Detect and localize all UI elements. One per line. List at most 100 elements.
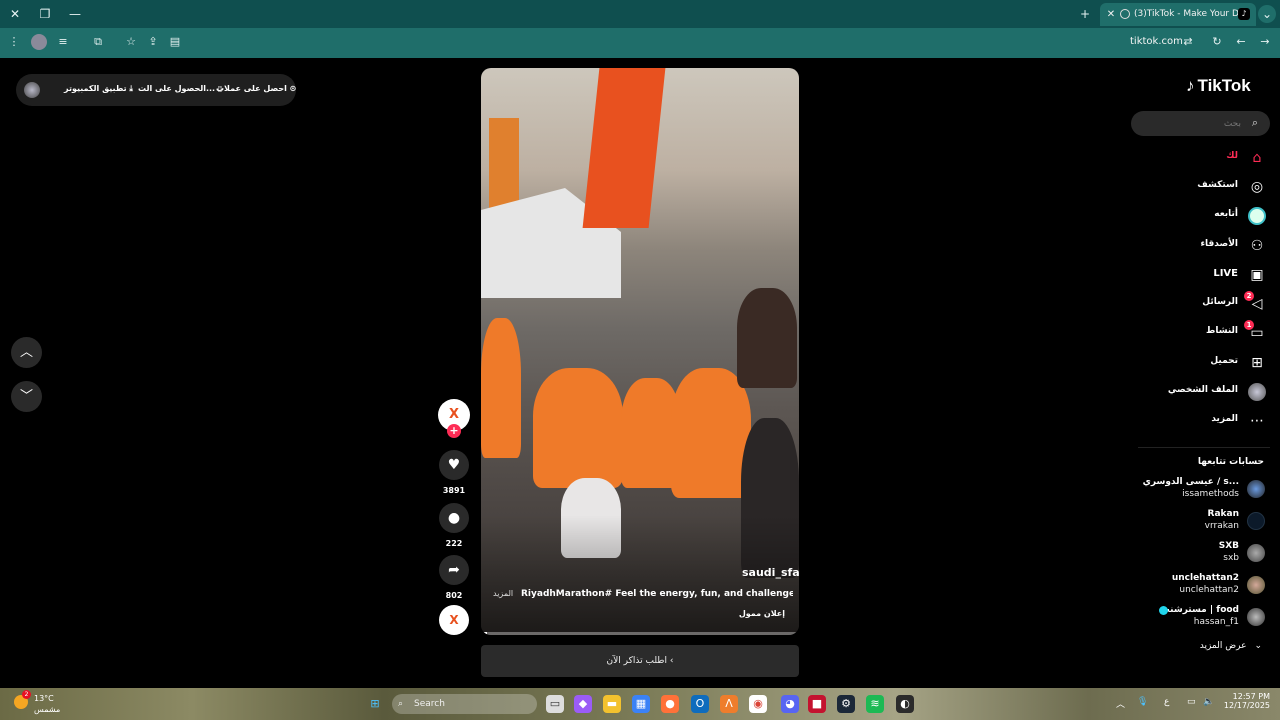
tab-close-icon[interactable]: ✕ — [1104, 3, 1118, 26]
like-action[interactable]: ♥ 3891 — [439, 450, 469, 495]
network-icon[interactable]: ▭ — [1187, 697, 1196, 707]
discord-icon[interactable]: ◕ — [781, 695, 799, 713]
video-player[interactable]: saudi_sfa المزيد RiyadhMarathon# Feel th… — [481, 68, 799, 635]
comment-action[interactable]: ● 222 — [439, 503, 469, 548]
nav-item-friends[interactable]: الأصدقاء ⚇ — [1116, 235, 1266, 257]
followed-account[interactable]: مسترشنب | food hassan_f1 — [1115, 605, 1265, 631]
nav-item-more[interactable]: المزيد ⋯ — [1116, 410, 1266, 432]
chrome-icon[interactable]: ◉ — [749, 695, 767, 713]
clock-date: 12/17/2025 — [1223, 701, 1270, 710]
comment-icon[interactable]: ● — [439, 503, 469, 533]
nav-item-messages[interactable]: الرسائل ◁ 2 — [1116, 291, 1266, 315]
browser-tab-tiktok[interactable]: ✕ (3)TikTok - Make Your Day ♪ — [1100, 3, 1256, 26]
outlook-icon[interactable]: O — [691, 695, 709, 713]
volume-icon[interactable]: 🔈 — [1203, 697, 1214, 707]
heart-icon[interactable]: ♥ — [439, 450, 469, 480]
chevron-left-icon: ‹ — [669, 656, 674, 666]
bookmark-star-icon[interactable]: ☆ — [123, 34, 139, 50]
followed-account[interactable]: SXB sxb — [1115, 541, 1265, 567]
browser-menu-icon[interactable]: ⋮ — [6, 34, 22, 50]
extensions-icon[interactable]: ⧉ — [90, 34, 106, 50]
search-box[interactable]: ⌕ — [1131, 111, 1270, 136]
spotify-icon[interactable]: ≋ — [866, 695, 884, 713]
media-controls-icon[interactable]: ≡ — [55, 34, 71, 50]
new-tab-button[interactable]: + — [1076, 5, 1094, 23]
nav-label: المزيد — [1211, 414, 1238, 424]
video-runner-decoration — [671, 368, 751, 498]
nav-item-upload[interactable]: تحميل ⊞ — [1116, 352, 1266, 374]
app-red-icon[interactable]: ■ — [808, 695, 826, 713]
weather-temp: 13°C — [34, 694, 54, 703]
forward-icon[interactable]: → — [1257, 34, 1273, 50]
followed-account[interactable]: unclehattan2 unclehattan2 — [1115, 573, 1265, 599]
followed-account[interactable]: عيسى الدوسري / s... issamethods — [1115, 477, 1265, 503]
earn-coins-link[interactable]: احصل على عملات ⊙ — [216, 84, 296, 93]
account-avatar — [1247, 544, 1265, 562]
desktop-app-link[interactable]: تطبيق الكمبيوتر ⤓ — [64, 84, 133, 94]
previous-video-button[interactable]: ︿ — [11, 337, 42, 368]
share-arrow-icon[interactable]: ➦ — [439, 555, 469, 585]
share-action[interactable]: ➦ 802 — [439, 555, 469, 600]
account-name: عيسى الدوسري / s... — [1142, 477, 1239, 487]
nav-item-for-you[interactable]: لك ⌂ — [1116, 147, 1266, 169]
nav-label: استكشف — [1197, 180, 1238, 190]
language-indicator[interactable]: ع — [1164, 697, 1169, 707]
account-name: مسترشنب | food — [1160, 605, 1239, 615]
search-icon[interactable]: ⌕ — [1248, 116, 1262, 130]
tray-overflow-icon[interactable]: ︿ — [1116, 697, 1125, 710]
nav-item-live[interactable]: LIVE ▣ — [1116, 264, 1266, 286]
video-username[interactable]: saudi_sfa — [742, 566, 799, 579]
app-icon[interactable]: Λ — [720, 695, 738, 713]
site-settings-icon[interactable]: ⇄ — [1180, 34, 1196, 50]
file-explorer-icon[interactable]: ▬ — [603, 695, 621, 713]
windows-start-icon[interactable]: ⊞ — [366, 695, 384, 713]
chevron-down-icon: ⌄ — [1254, 641, 1262, 651]
app-dark-icon[interactable]: ◐ — [896, 695, 914, 713]
copilot-icon[interactable]: ◆ — [574, 695, 592, 713]
taskbar-search[interactable]: ⌕ Search — [392, 694, 537, 714]
video-flag-decoration — [582, 68, 666, 228]
restore-window-button[interactable]: ❐ — [36, 5, 54, 23]
next-video-button[interactable]: ﹀ — [11, 381, 42, 412]
firefox-icon[interactable]: ● — [661, 695, 679, 713]
account-avatar — [1247, 512, 1265, 530]
compass-icon: ◎ — [1250, 179, 1264, 195]
video-runner-decoration — [737, 288, 797, 388]
microphone-icon[interactable]: 🎙 — [1137, 697, 1148, 707]
reload-icon[interactable]: ↻ — [1209, 34, 1225, 50]
followed-account[interactable]: Rakan vrrakan — [1115, 509, 1265, 535]
store-icon[interactable]: ▦ — [632, 695, 650, 713]
nav-item-profile[interactable]: الملف الشخصي — [1116, 381, 1266, 403]
nav-item-explore[interactable]: استكشف ◎ — [1116, 176, 1266, 198]
user-avatar[interactable] — [24, 82, 40, 98]
minimize-window-button[interactable]: — — [66, 5, 84, 23]
profile-avatar-icon[interactable] — [31, 34, 47, 50]
nav-item-activity[interactable]: النشاط ▭ 1 — [1116, 320, 1266, 344]
get-app-link[interactable]: الحصول على الت... ▯ — [138, 84, 222, 93]
sidebar-divider — [1138, 447, 1270, 448]
cta-label: اطلب تذاكر الآن — [606, 656, 667, 666]
taskbar-clock[interactable]: 12:57 PM 12/17/2025 — [1224, 692, 1270, 710]
order-tickets-button[interactable]: اطلب تذاكر الآن ‹ — [481, 645, 799, 677]
back-icon[interactable]: ← — [1233, 34, 1249, 50]
url-text[interactable]: tiktok.com — [1130, 36, 1183, 47]
music-disc-avatar[interactable]: X — [439, 605, 469, 635]
steam-icon[interactable]: ⚙ — [837, 695, 855, 713]
tiktok-logo[interactable]: ♪ TikTok — [1186, 76, 1251, 96]
weather-badge: 2 — [22, 690, 31, 699]
nav-label: لك — [1226, 151, 1238, 161]
share-icon[interactable]: ⇪ — [145, 34, 161, 50]
caption-more-button[interactable]: المزيد — [493, 589, 513, 598]
reader-icon[interactable]: ▤ — [167, 34, 183, 50]
close-window-button[interactable]: ✕ — [6, 5, 24, 23]
tab-dropdown-button[interactable]: ⌄ — [1258, 5, 1276, 23]
weather-condition: مشمس — [34, 705, 61, 714]
search-input[interactable] — [1141, 115, 1241, 132]
video-progress-bar[interactable] — [481, 632, 799, 635]
account-handle: vrrakan — [1204, 521, 1239, 531]
follow-plus-button[interactable]: + — [447, 424, 461, 438]
task-view-icon[interactable]: ▭ — [546, 695, 564, 713]
nav-item-following[interactable]: أتابعه — [1116, 205, 1266, 227]
show-more-accounts-button[interactable]: عرض المزيد ⌄ — [1200, 641, 1262, 651]
window-titlebar: ✕ ❐ — + ✕ (3)TikTok - Make Your Day ♪ ⌄ — [0, 0, 1280, 28]
